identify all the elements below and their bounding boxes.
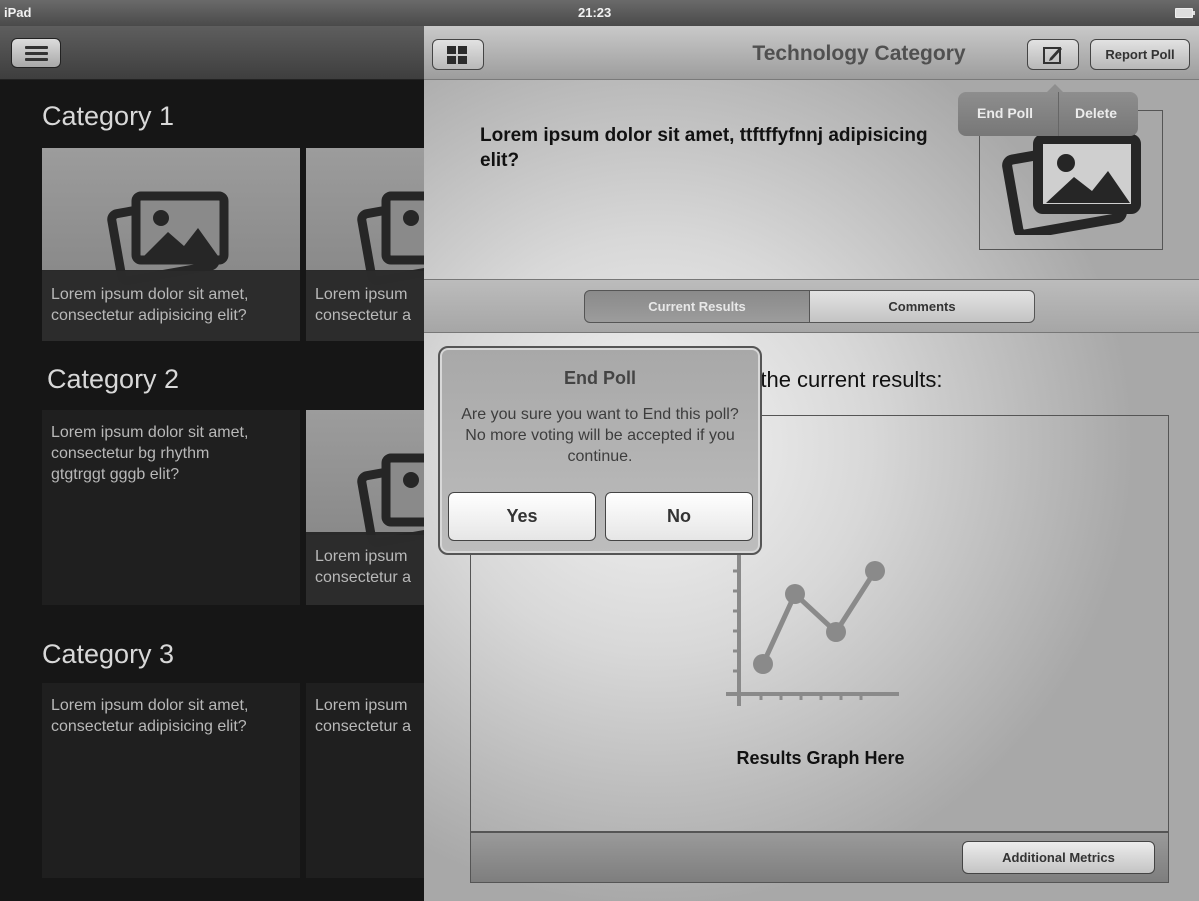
alert-message: Are you sure you want to End this poll? … bbox=[461, 406, 739, 465]
status-bar: iPad 21:23 bbox=[0, 0, 1199, 26]
compose-icon bbox=[1043, 47, 1062, 64]
poll-tile[interactable]: Lorem ipsum dolor sit amet, consectetur … bbox=[42, 148, 300, 341]
tile-text-line: consectetur adipisicing elit? bbox=[51, 307, 247, 324]
category-title: Category 3 bbox=[42, 639, 175, 669]
results-tab-bar: Current Results Comments bbox=[424, 279, 1199, 333]
poll-actions-popover: End Poll Delete bbox=[958, 84, 1138, 136]
edit-button[interactable] bbox=[1027, 39, 1079, 70]
clock: 21:23 bbox=[578, 5, 612, 20]
alert-no-button[interactable]: No bbox=[605, 492, 753, 541]
tile-text-line: consectetur a bbox=[315, 569, 412, 586]
category-title: Category 1 bbox=[42, 101, 175, 131]
graph-placeholder-caption: Results Graph Here bbox=[736, 748, 905, 768]
delete-menu-item[interactable]: Delete bbox=[1075, 105, 1117, 121]
line-chart-icon bbox=[726, 551, 899, 706]
sidebar-list: Category 1 Lorem ipsum dolor sit amet, c… bbox=[0, 80, 424, 901]
tab-current-results[interactable]: Current Results bbox=[584, 290, 810, 323]
results-heading: e the current results: bbox=[742, 367, 943, 392]
tile-text-line: consectetur a bbox=[315, 307, 412, 324]
image-placeholder-icon bbox=[1002, 134, 1141, 235]
popover-arrow bbox=[1046, 84, 1064, 93]
poll-question: Lorem ipsum dolor sit amet, ttftffyfnnj … bbox=[480, 125, 928, 171]
sidebar-navbar bbox=[0, 26, 440, 80]
poll-tile[interactable]: Lorem ipsum dolor sit amet, consectetur … bbox=[42, 683, 300, 878]
tile-text-line: consectetur bg rhythm bbox=[51, 445, 210, 462]
carrier-label: iPad bbox=[4, 5, 32, 20]
results-toolbar: Additional Metrics bbox=[470, 832, 1169, 883]
poll-tile[interactable]: Lorem ipsum dolor sit amet, consectetur … bbox=[42, 410, 300, 605]
category-title: Category 2 bbox=[47, 364, 180, 394]
detail-navbar: Technology Category Report Poll bbox=[424, 26, 1199, 80]
tab-comments[interactable]: Comments bbox=[809, 290, 1035, 323]
end-poll-alert: End Poll Are you sure you want to End th… bbox=[438, 346, 762, 555]
tile-text-line: Lorem ipsum dolor sit amet, bbox=[51, 286, 249, 303]
page-title: Technology Category bbox=[752, 42, 966, 65]
end-poll-menu-item[interactable]: End Poll bbox=[977, 105, 1033, 121]
menu-button[interactable] bbox=[11, 38, 61, 68]
tile-text-line: Lorem ipsum bbox=[315, 548, 408, 565]
poll-tile[interactable]: Lorem ipsum consectetur a bbox=[306, 683, 424, 878]
additional-metrics-button[interactable]: Additional Metrics bbox=[962, 841, 1155, 874]
poll-tile[interactable]: Lorem ipsum consectetur a bbox=[306, 410, 424, 605]
tile-text-line: consectetur adipisicing elit? bbox=[51, 718, 247, 735]
poll-tile[interactable]: Lorem ipsum consectetur a bbox=[306, 148, 424, 341]
tile-text-line: consectetur a bbox=[315, 718, 412, 735]
alert-yes-button[interactable]: Yes bbox=[448, 492, 596, 541]
tile-text-line: gtgtrggt gggb elit? bbox=[51, 466, 180, 483]
tile-text-line: Lorem ipsum dolor sit amet, bbox=[51, 697, 249, 714]
report-poll-button[interactable]: Report Poll bbox=[1090, 39, 1190, 70]
popover-divider bbox=[1058, 92, 1059, 136]
tile-text-line: Lorem ipsum dolor sit amet, bbox=[51, 424, 249, 441]
tile-text-line: Lorem ipsum bbox=[315, 697, 408, 714]
battery-icon bbox=[1175, 8, 1195, 18]
alert-title: End Poll bbox=[564, 368, 636, 388]
tile-text-line: Lorem ipsum bbox=[315, 286, 408, 303]
